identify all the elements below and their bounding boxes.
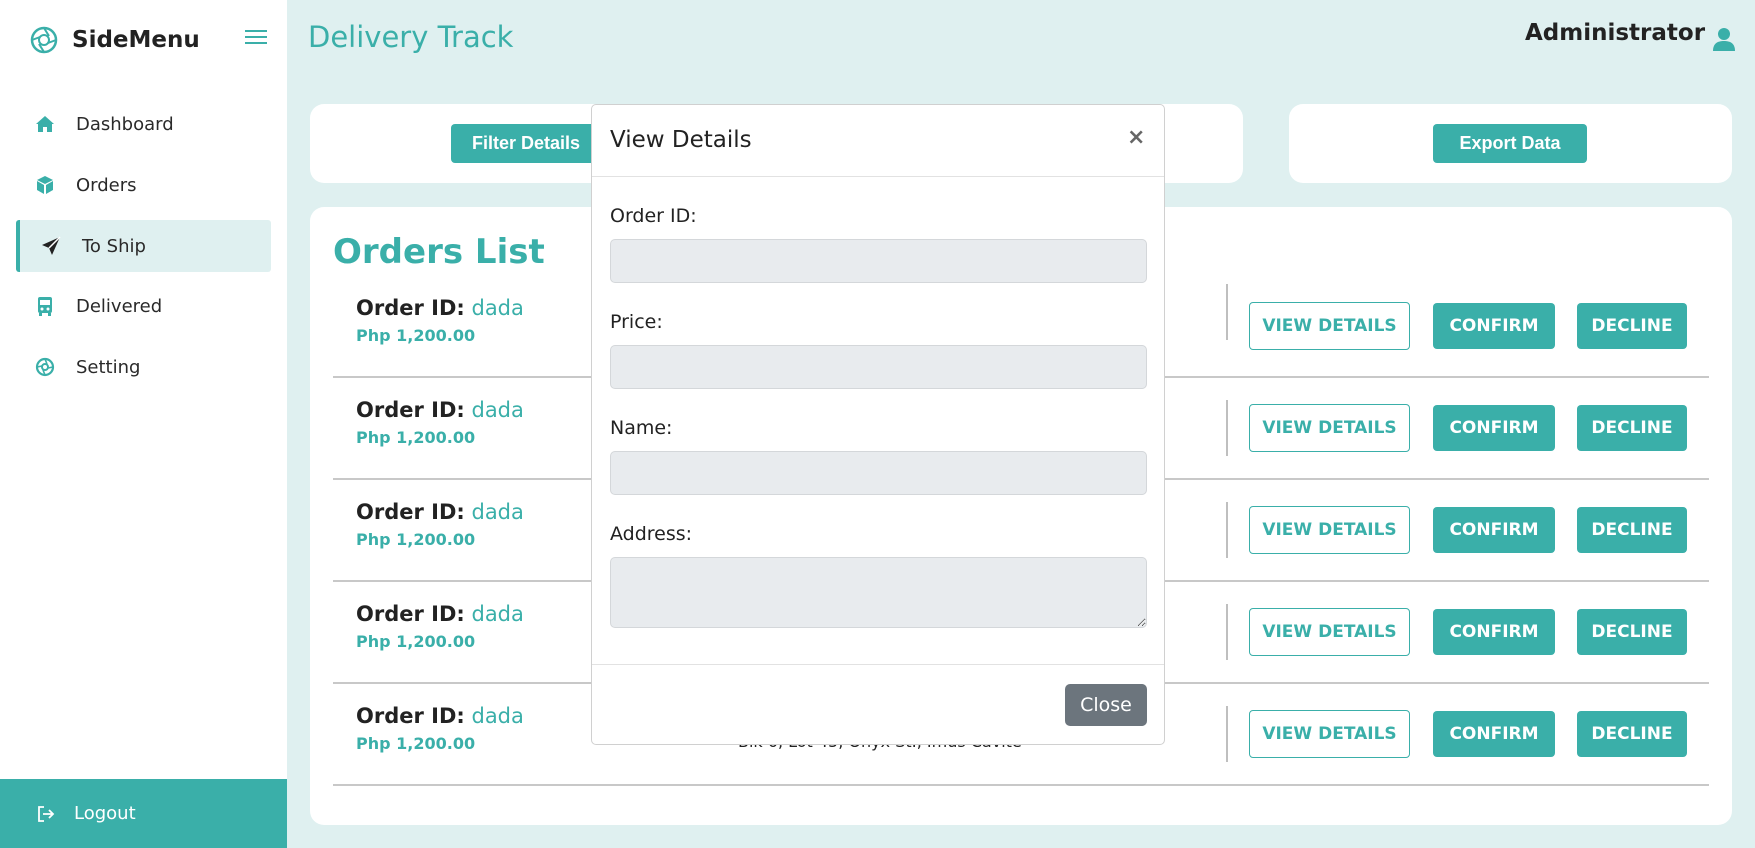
sidebar-item-to-ship[interactable]: To Ship [16,220,271,272]
price-field-label: Price: [610,311,663,333]
row-divider [1226,400,1228,456]
order-id-value: dada [471,500,524,524]
modal-title: View Details [610,127,752,153]
sidebar-item-label: Dashboard [76,113,174,135]
modal-header: View Details × [592,105,1164,177]
modal-footer-divider [592,664,1164,665]
row-divider [1226,706,1228,762]
order-id-field[interactable] [610,239,1147,283]
home-icon [36,116,54,132]
order-id-value: dada [471,398,524,422]
order-id: Order ID: dada [356,296,524,320]
view-details-button[interactable]: VIEW DETAILS [1249,404,1410,452]
sidebar-item-orders[interactable]: Orders [16,159,271,211]
box-icon [37,176,53,194]
decline-button[interactable]: DECLINE [1577,507,1687,553]
decline-button[interactable]: DECLINE [1577,303,1687,349]
confirm-button[interactable]: CONFIRM [1433,405,1555,451]
sidebar-item-dashboard[interactable]: Dashboard [16,98,271,150]
order-id-field-label: Order ID: [610,205,697,227]
name-field-label: Name: [610,417,673,439]
sidebar: SideMenu Dashboard Orders To Ship Delive… [0,0,287,848]
view-details-button[interactable]: VIEW DETAILS [1249,506,1410,554]
confirm-button[interactable]: CONFIRM [1433,507,1555,553]
close-button[interactable]: Close [1065,684,1147,726]
row-divider [1226,604,1228,660]
page-title: Delivery Track [308,20,514,54]
order-id-value: dada [471,602,524,626]
view-details-button[interactable]: VIEW DETAILS [1249,710,1410,758]
filter-details-button[interactable]: Filter Details [451,124,601,163]
brand[interactable]: SideMenu [30,24,200,56]
order-price: Php 1,200.00 [356,326,476,345]
order-price: Php 1,200.00 [356,734,476,753]
view-details-button[interactable]: VIEW DETAILS [1249,302,1410,350]
user-icon[interactable] [1712,26,1736,52]
order-id-label: Order ID: [356,398,465,422]
order-id-label: Order ID: [356,704,465,728]
confirm-button[interactable]: CONFIRM [1433,711,1555,757]
order-price: Php 1,200.00 [356,632,476,651]
brand-name: SideMenu [72,27,200,53]
logout-button[interactable]: Logout [0,779,287,848]
order-id-value: dada [471,704,524,728]
close-icon[interactable]: × [1127,125,1145,150]
decline-button[interactable]: DECLINE [1577,609,1687,655]
price-field[interactable] [610,345,1147,389]
order-id-label: Order ID: [356,500,465,524]
sidebar-item-setting[interactable]: Setting [16,341,271,393]
sidebar-item-label: To Ship [82,235,146,257]
order-id-label: Order ID: [356,296,465,320]
order-id: Order ID: dada [356,398,524,422]
order-id: Order ID: dada [356,500,524,524]
bus-icon [38,297,52,316]
row-divider [1226,502,1228,558]
export-data-button[interactable]: Export Data [1433,124,1587,163]
export-card: Export Data [1289,104,1732,183]
confirm-button[interactable]: CONFIRM [1433,609,1555,655]
name-field[interactable] [610,451,1147,495]
decline-button[interactable]: DECLINE [1577,711,1687,757]
order-id: Order ID: dada [356,704,524,728]
view-details-modal: View Details × Order ID: Price: Name: Ad… [591,104,1165,745]
confirm-button[interactable]: CONFIRM [1433,303,1555,349]
order-id: Order ID: dada [356,602,524,626]
sidebar-item-label: Delivered [76,295,163,317]
order-price: Php 1,200.00 [356,530,476,549]
aperture-icon [30,26,58,54]
sidebar-item-label: Setting [76,356,141,378]
view-details-button[interactable]: VIEW DETAILS [1249,608,1410,656]
order-id-label: Order ID: [356,602,465,626]
menu-icon[interactable] [245,28,267,46]
orders-title: Orders List [333,232,545,272]
logout-icon [38,805,55,822]
order-id-value: dada [471,296,524,320]
sidebar-item-delivered[interactable]: Delivered [16,280,271,332]
row-divider [1226,284,1228,340]
address-field[interactable] [610,557,1147,628]
sidebar-item-label: Orders [76,174,137,196]
decline-button[interactable]: DECLINE [1577,405,1687,451]
paper-plane-icon [42,236,61,255]
order-price: Php 1,200.00 [356,428,476,447]
address-field-label: Address: [610,523,693,545]
logout-label: Logout [74,803,136,824]
user-name[interactable]: Administrator [1525,20,1705,46]
settings-icon [35,357,55,377]
